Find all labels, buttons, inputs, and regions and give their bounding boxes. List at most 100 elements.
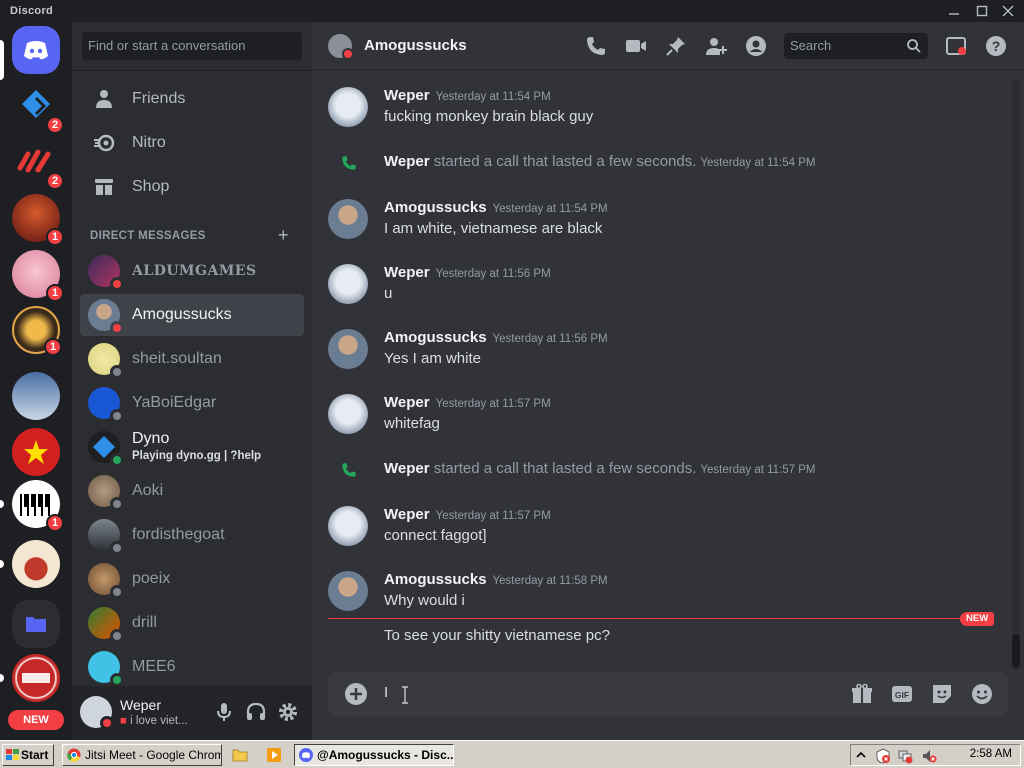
server-mask[interactable] bbox=[12, 540, 60, 588]
emoji-icon[interactable] bbox=[970, 682, 994, 706]
help-icon[interactable]: ? bbox=[984, 34, 1008, 58]
author-avatar[interactable] bbox=[328, 87, 368, 127]
author-avatar[interactable] bbox=[328, 329, 368, 369]
create-dm-button[interactable]: + bbox=[278, 225, 289, 246]
settings-gear-icon[interactable] bbox=[276, 700, 300, 724]
dm-item[interactable]: fordisthegoat bbox=[80, 514, 304, 556]
microphone-icon[interactable] bbox=[212, 700, 236, 724]
message-author[interactable]: Weper Yesterday at 11:57 PM bbox=[384, 506, 551, 523]
message-text: whitefag bbox=[384, 415, 440, 432]
taskbar-discord[interactable]: @Amogussucks - Disc... bbox=[294, 744, 454, 766]
window-titlebar: Discord bbox=[0, 0, 1024, 22]
server-badge: 1 bbox=[46, 228, 64, 246]
dm-item[interactable]: MEE6 bbox=[80, 646, 304, 688]
voice-call-icon[interactable] bbox=[584, 34, 608, 58]
network-icon[interactable] bbox=[897, 748, 913, 764]
server-orange[interactable]: 1 bbox=[12, 306, 62, 356]
server-anime[interactable]: 1 bbox=[12, 194, 64, 246]
dm-name: ALDUMGAMES bbox=[132, 263, 257, 279]
unread-indicator bbox=[0, 560, 4, 568]
gif-icon[interactable]: GIF bbox=[890, 682, 914, 706]
dm-name: YaBoiEdgar bbox=[132, 394, 217, 411]
message-author[interactable]: Amogussucks Yesterday at 11:56 PM bbox=[384, 329, 608, 346]
divider bbox=[72, 70, 312, 71]
status-offline-icon bbox=[110, 585, 124, 599]
message-text: u bbox=[384, 285, 393, 302]
folder-icon[interactable] bbox=[232, 748, 248, 762]
security-alert-icon[interactable] bbox=[875, 748, 891, 764]
nav-label: Nitro bbox=[132, 134, 166, 151]
scrollbar-track[interactable] bbox=[1012, 78, 1020, 670]
dm-name: Dyno bbox=[132, 430, 170, 447]
author-avatar[interactable] bbox=[328, 394, 368, 434]
dm-item[interactable]: YaBoiEdgar bbox=[80, 382, 304, 424]
message-author[interactable]: Amogussucks Yesterday at 11:54 PM bbox=[384, 199, 608, 216]
dm-name: Amogussucks bbox=[132, 306, 232, 323]
dm-header: DIRECT MESSAGES bbox=[90, 230, 206, 242]
message-author[interactable]: Amogussucks Yesterday at 11:58 PM bbox=[384, 571, 608, 588]
video-call-icon[interactable] bbox=[624, 34, 648, 58]
server-rofa[interactable] bbox=[12, 654, 60, 702]
pin-icon[interactable] bbox=[664, 34, 688, 58]
user-profile-icon[interactable] bbox=[744, 34, 768, 58]
system-tray: 2:58 AM bbox=[850, 744, 1021, 766]
nav-shop[interactable]: Shop bbox=[80, 166, 304, 208]
author-avatar[interactable] bbox=[328, 571, 368, 611]
server-dyno[interactable]: 2 bbox=[12, 82, 64, 134]
folder-icon bbox=[26, 617, 46, 632]
start-button[interactable]: Start bbox=[2, 744, 54, 766]
dm-item-active[interactable]: Amogussucks bbox=[80, 294, 304, 336]
author-avatar[interactable] bbox=[328, 506, 368, 546]
server-piano[interactable]: 1 bbox=[12, 480, 64, 532]
sticker-icon[interactable] bbox=[930, 682, 954, 706]
nav-friends[interactable]: Friends bbox=[80, 78, 304, 120]
author-avatar[interactable] bbox=[328, 264, 368, 304]
conversation-search[interactable]: Find or start a conversation bbox=[82, 32, 302, 60]
message-input[interactable]: I bbox=[384, 684, 388, 701]
maximize-button[interactable] bbox=[968, 2, 996, 20]
close-icon bbox=[1002, 5, 1014, 17]
discord-logo-icon bbox=[24, 41, 48, 60]
minimize-button[interactable] bbox=[940, 2, 968, 20]
clock[interactable]: 2:58 AM bbox=[970, 748, 1012, 760]
server-pink[interactable]: 1 bbox=[12, 250, 64, 302]
server-red-logo[interactable]: 2 bbox=[12, 138, 64, 190]
new-unreads-pill[interactable]: NEW bbox=[8, 710, 64, 730]
chat-search-input[interactable]: Search bbox=[784, 33, 928, 59]
close-button[interactable] bbox=[994, 2, 1022, 20]
gift-icon[interactable] bbox=[850, 682, 874, 706]
dm-item[interactable]: poeix bbox=[80, 558, 304, 600]
scrollbar-thumb[interactable] bbox=[1012, 634, 1020, 668]
headphones-icon[interactable] bbox=[244, 700, 268, 724]
message-timestamp: Yesterday at 11:54 PM bbox=[700, 157, 816, 169]
status-dnd-icon bbox=[110, 321, 124, 335]
media-player-icon[interactable] bbox=[266, 747, 282, 763]
dm-item[interactable]: Dyno Playing dyno.gg | ?help bbox=[80, 426, 304, 468]
dm-item[interactable]: drill bbox=[80, 602, 304, 644]
server-folder[interactable] bbox=[12, 600, 60, 648]
taskbar-chrome[interactable]: Jitsi Meet - Google Chrome bbox=[62, 744, 222, 766]
user-panel: Weper ■ i love viet... bbox=[72, 686, 312, 740]
message-composer[interactable]: I GIF bbox=[328, 672, 1008, 716]
minimize-icon bbox=[949, 13, 959, 15]
server-vietnam[interactable] bbox=[12, 428, 60, 476]
author-avatar[interactable] bbox=[328, 199, 368, 239]
message-author[interactable]: Weper Yesterday at 11:54 PM bbox=[384, 87, 551, 104]
server-badge: 1 bbox=[46, 514, 64, 532]
nav-nitro[interactable]: Nitro bbox=[80, 122, 304, 164]
windows-taskbar: Start Jitsi Meet - Google Chrome @Amogus… bbox=[0, 740, 1024, 768]
dm-item[interactable]: Aoki bbox=[80, 470, 304, 512]
server-cat-piano[interactable] bbox=[12, 372, 60, 420]
dm-item[interactable]: sheit.soultan bbox=[80, 338, 304, 380]
add-attachment-icon[interactable] bbox=[344, 682, 368, 706]
volume-muted-icon[interactable] bbox=[921, 748, 937, 764]
add-friend-icon[interactable] bbox=[704, 34, 728, 58]
inbox-icon[interactable] bbox=[944, 34, 968, 58]
dm-item[interactable]: ALDUMGAMES bbox=[80, 250, 304, 292]
dm-name: poeix bbox=[132, 570, 171, 587]
message-text: fucking monkey brain black guy bbox=[384, 108, 594, 125]
message-author[interactable]: Weper Yesterday at 11:57 PM bbox=[384, 394, 551, 411]
message-author[interactable]: Weper Yesterday at 11:56 PM bbox=[384, 264, 551, 281]
home-button[interactable] bbox=[12, 26, 60, 74]
tray-expand-icon[interactable] bbox=[855, 749, 867, 761]
